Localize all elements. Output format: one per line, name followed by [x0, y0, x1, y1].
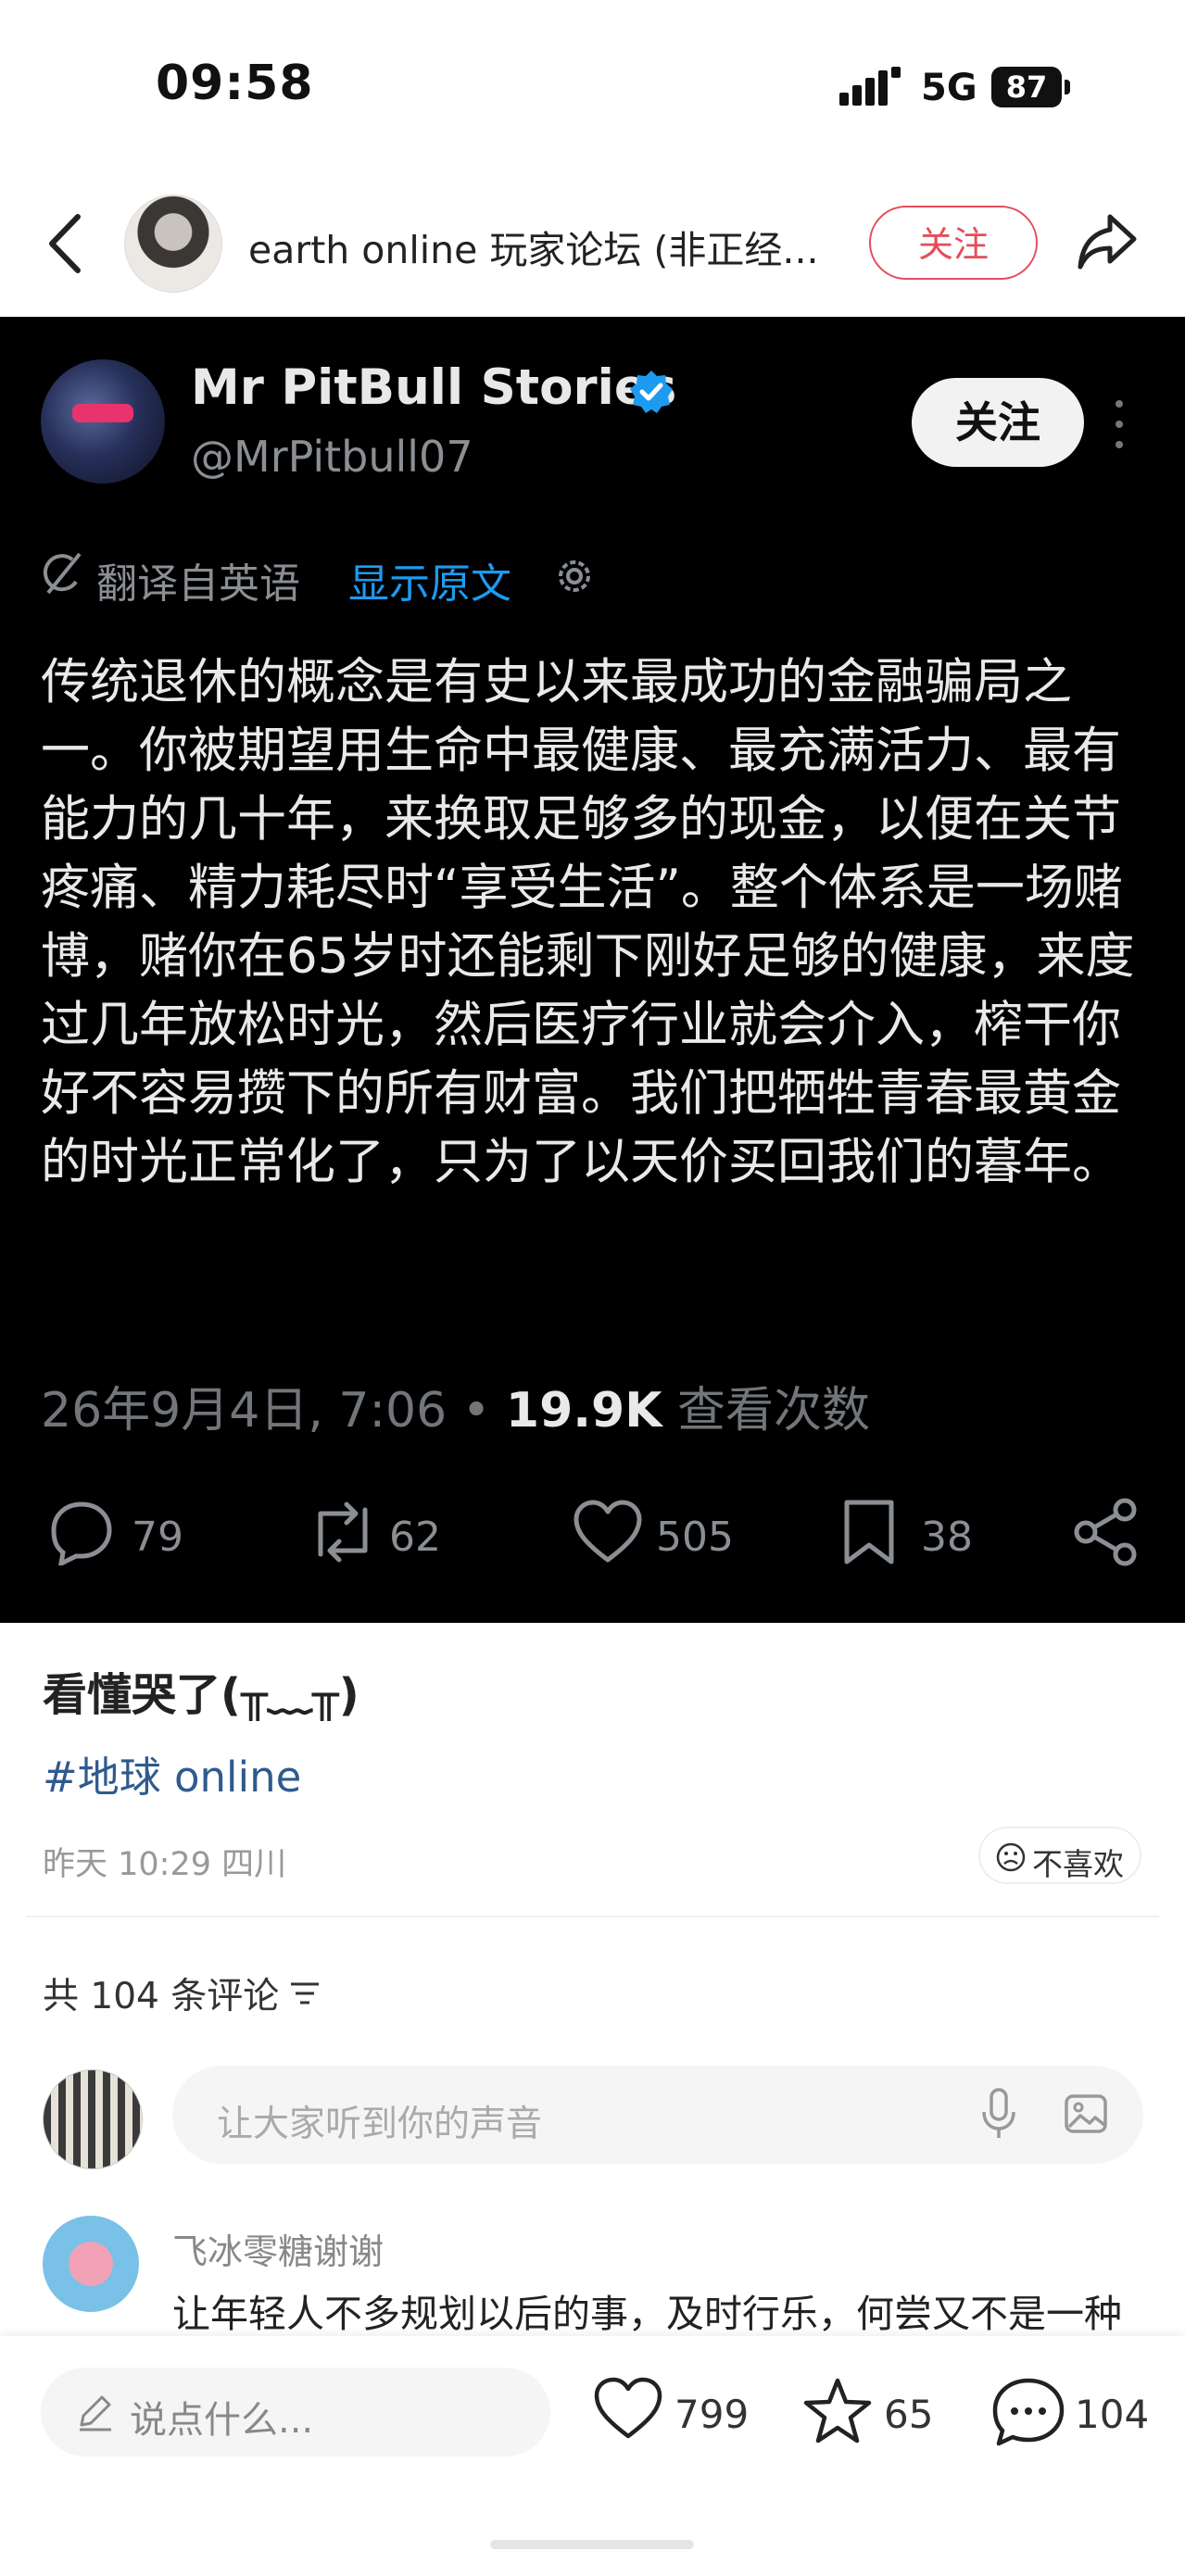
battery-level: 87	[991, 67, 1062, 107]
repost-action[interactable]: 62	[306, 1489, 454, 1573]
like-count: 505	[656, 1514, 734, 1561]
more-options-icon[interactable]	[1112, 400, 1127, 448]
frown-face-icon	[996, 1842, 1026, 1872]
heart-icon	[574, 1500, 642, 1563]
hashtag-link[interactable]: #地球 online	[43, 1743, 301, 1803]
note-title: 看懂哭了(╥﹏╥)	[43, 1669, 359, 1721]
reply-icon	[51, 1502, 112, 1565]
pencil-icon	[80, 2395, 111, 2431]
dislike-button[interactable]: 不喜欢	[978, 1827, 1141, 1884]
star-icon	[803, 2378, 872, 2444]
post-date: 26年9月4日, 7:06 •	[41, 1383, 506, 1439]
post-follow-button[interactable]: 关注	[912, 378, 1084, 467]
divider	[26, 1916, 1159, 1917]
network-type: 5G	[921, 67, 977, 109]
translate-icon	[43, 552, 82, 595]
dislike-label: 不喜欢	[1032, 1846, 1124, 1882]
post-timestamp: 26年9月4日, 7:06 • 19.9K 查看次数	[41, 1371, 870, 1440]
post-meta: 昨天 10:29 四川	[43, 1846, 287, 1883]
author-name[interactable]: Mr PitBull Stories	[191, 359, 676, 416]
bookmark-icon	[844, 1500, 894, 1564]
favorite-button[interactable]: 65	[802, 2377, 941, 2451]
status-time: 09:58	[156, 56, 314, 111]
reply-action[interactable]: 79	[48, 1489, 196, 1573]
gear-icon[interactable]	[552, 554, 597, 598]
post-body: 传统退休的概念是有史以来最成功的金融骗局之一。你被期望用生命中最健康、最充满活力…	[41, 654, 1135, 1190]
repost-icon	[318, 1502, 368, 1563]
comment-button[interactable]: 104	[991, 2377, 1158, 2451]
comment-text: 让年轻人不多规划以后的事，及时行乐，何尝又不是一种	[172, 2292, 1122, 2336]
verified-badge-icon	[630, 371, 673, 413]
heart-outline-icon	[594, 2377, 662, 2439]
bookmark-action[interactable]: 38	[839, 1489, 978, 1573]
repost-count: 62	[389, 1514, 441, 1561]
bookmark-count: 38	[921, 1514, 973, 1561]
view-count: 19.9K	[505, 1383, 662, 1439]
like-button[interactable]: 799	[593, 2377, 750, 2451]
show-original-link[interactable]: 显示原文	[348, 550, 511, 609]
reply-count: 79	[132, 1514, 183, 1561]
commenter-name[interactable]: 飞冰零糖谢谢	[172, 2223, 384, 2274]
microphone-icon[interactable]	[980, 2088, 1017, 2140]
my-avatar	[43, 2069, 143, 2169]
follow-button[interactable]: 关注	[869, 206, 1038, 280]
favorite-total: 65	[884, 2392, 934, 2437]
view-count-label: 查看次数	[662, 1383, 871, 1439]
battery-icon: 87	[991, 67, 1071, 107]
home-indicator	[490, 2540, 694, 2549]
comment-count: 共 104 条评论	[43, 1976, 280, 2017]
forum-avatar[interactable]	[124, 195, 222, 293]
say-something-input[interactable]: 说点什么...	[41, 2368, 550, 2457]
comment-total: 104	[1075, 2392, 1150, 2437]
image-icon[interactable]	[1064, 2092, 1108, 2136]
author-avatar[interactable]	[41, 359, 165, 484]
like-total: 799	[674, 2392, 750, 2437]
author-handle: @MrPitbull07	[191, 432, 473, 482]
say-something-placeholder: 说点什么...	[130, 2399, 314, 2442]
comment-input-placeholder: 让大家听到你的声音	[217, 2104, 543, 2145]
back-icon[interactable]	[44, 211, 85, 276]
like-action[interactable]: 505	[573, 1489, 739, 1573]
translated-label: 翻译自英语	[96, 560, 300, 608]
sort-icon[interactable]	[289, 1979, 321, 2008]
comment-bubble-icon	[992, 2378, 1065, 2446]
commenter-avatar[interactable]	[43, 2216, 139, 2312]
forum-title[interactable]: earth online 玩家论坛 (非正经...	[248, 219, 819, 274]
share-network-icon[interactable]	[1071, 1497, 1141, 1567]
signal-icon	[839, 67, 901, 106]
share-icon[interactable]	[1075, 209, 1140, 274]
